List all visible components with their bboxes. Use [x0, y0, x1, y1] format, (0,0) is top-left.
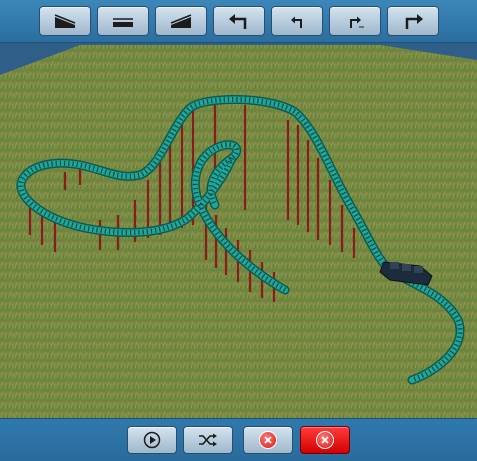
remove-icon	[259, 431, 277, 449]
turn-left-small-icon	[291, 16, 302, 28]
straight-track-button[interactable]	[97, 6, 149, 36]
turn-right-small-button[interactable]	[329, 6, 381, 36]
slope-up-icon	[170, 14, 192, 28]
play-button[interactable]	[127, 426, 177, 454]
remove-piece-button[interactable]	[243, 426, 293, 454]
delete-all-button[interactable]	[300, 426, 350, 454]
scene-canvas	[0, 0, 477, 460]
play-icon	[143, 431, 161, 449]
turn-left-small-button[interactable]	[271, 6, 323, 36]
shuffle-button[interactable]	[183, 426, 233, 454]
turn-left-large-button[interactable]	[213, 6, 265, 36]
track-piece-toolbar	[0, 0, 477, 43]
turn-right-small-icon	[350, 16, 364, 28]
slope-up-button[interactable]	[155, 6, 207, 36]
game-viewport[interactable]	[0, 0, 477, 460]
delete-icon	[316, 431, 334, 449]
turn-right-large-button[interactable]	[387, 6, 439, 36]
shuffle-icon	[199, 433, 217, 447]
straight-track-icon	[113, 18, 133, 27]
turn-right-large-icon	[405, 14, 423, 29]
slope-down-icon	[54, 14, 76, 28]
turn-left-large-icon	[229, 14, 247, 29]
ride-control-toolbar	[0, 418, 477, 461]
slope-down-button[interactable]	[39, 6, 91, 36]
